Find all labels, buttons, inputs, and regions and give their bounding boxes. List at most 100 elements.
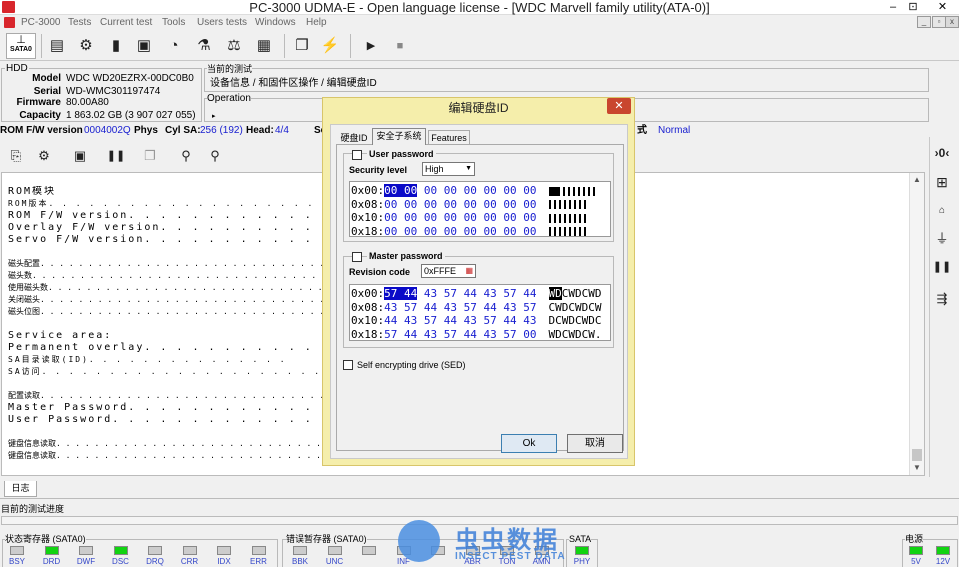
led-label: 12V xyxy=(935,557,951,566)
side-pause-icon[interactable]: ❚❚ xyxy=(932,256,952,278)
sed-label: Self encrypting drive (SED) xyxy=(357,360,466,370)
hex-bytes[interactable]: 00 00 00 00 00 00 00 00 xyxy=(384,184,537,197)
app-menu-icon[interactable] xyxy=(4,17,15,28)
tab-features[interactable]: Features xyxy=(428,130,470,145)
hdd-firmware-label: Firmware xyxy=(16,97,61,108)
hex-bytes[interactable]: 00 00 00 00 00 00 00 00 xyxy=(384,225,536,238)
pause-icon[interactable]: ❚❚ xyxy=(106,145,126,167)
close-button[interactable]: ✕ xyxy=(926,0,959,14)
status-led xyxy=(148,546,162,555)
device-settings-icon[interactable]: ⚙ xyxy=(34,145,54,167)
run-steps-icon[interactable]: ⚡ xyxy=(320,35,340,57)
toolbar-separator xyxy=(41,34,42,58)
scale-icon[interactable]: ⚖ xyxy=(224,35,244,57)
led-label: BSY xyxy=(8,557,25,566)
menu-pc3000[interactable]: PC-3000 xyxy=(21,15,60,30)
watermark-title: 虫虫数据 xyxy=(455,527,559,554)
user-password-checkbox[interactable] xyxy=(352,150,362,160)
hex-ascii xyxy=(548,198,589,211)
revision-code-input[interactable]: 0xFFFE ▦ xyxy=(421,264,476,278)
menu-tests[interactable]: Tests xyxy=(68,15,91,30)
master-password-hex-editor[interactable]: 0x00:57 44 43 57 44 43 57 44 WDCWDCWD 0x08… xyxy=(349,284,611,341)
hex-offset: 0x08: xyxy=(351,197,385,211)
copy-log-icon[interactable]: ❐ xyxy=(140,145,160,167)
log-scrollbar[interactable]: ▲ ▼ xyxy=(909,173,924,475)
side-arrow-icon[interactable]: ⇶ xyxy=(932,288,952,310)
hex-bytes[interactable]: 43 57 44 43 57 44 43 57 xyxy=(384,301,536,314)
status-led xyxy=(182,546,197,555)
device-icon[interactable]: ▣ xyxy=(134,35,154,57)
hex-bytes[interactable]: 00 00 00 00 00 00 00 00 xyxy=(384,198,536,211)
log-line: 磁头数. . . . . . . . . . . . . . . . . . .… xyxy=(8,271,322,280)
user-password-hex-editor[interactable]: 0x00:00 00 00 00 00 00 00 00 0x08:00 00 0… xyxy=(349,181,611,238)
scroll-down-icon[interactable]: ▼ xyxy=(910,463,924,472)
chip-icon[interactable]: ▮ xyxy=(106,35,126,57)
led-label: DRD xyxy=(42,557,61,566)
status-led xyxy=(251,546,266,555)
chevron-down-icon: ▼ xyxy=(465,165,472,172)
status-register-label: 状态寄存器 (SATA0) xyxy=(5,533,86,545)
watermark-subtitle: INSECT PEST DATA xyxy=(455,551,566,562)
zero-track-icon[interactable]: ›0‹ xyxy=(932,142,952,164)
sed-checkbox[interactable] xyxy=(343,360,353,370)
hex-offset: 0x00: xyxy=(351,184,385,197)
menu-users-tests[interactable]: Users tests xyxy=(197,15,247,30)
cyl-sa-label: Cyl SA: xyxy=(165,125,201,136)
menu-current-test[interactable]: Current test xyxy=(100,15,152,30)
log-line: 磁头配置. . . . . . . . . . . . . . . . . . … xyxy=(8,259,322,268)
hex-bytes[interactable]: 44 43 57 44 43 57 44 43 xyxy=(384,314,536,327)
disk-head-icon[interactable]: ◔ xyxy=(164,35,184,57)
ok-button[interactable]: Ok xyxy=(501,434,557,453)
sata-port-button[interactable]: ⊥ SATA0 xyxy=(6,33,36,59)
flask-icon[interactable]: ⚗ xyxy=(194,35,214,57)
dialog-close-button[interactable]: ✕ xyxy=(607,98,631,114)
open-file-icon[interactable]: ⎘ xyxy=(6,145,26,167)
mdi-minimize-button[interactable]: _ xyxy=(917,16,931,28)
menu-help[interactable]: Help xyxy=(306,15,327,30)
security-level-select[interactable]: High ▼ xyxy=(422,162,475,176)
edit-hex-icon[interactable]: ▦ xyxy=(465,265,473,277)
find-icon[interactable]: ⚲ xyxy=(176,145,196,167)
log-tab[interactable]: 日志 xyxy=(4,481,37,497)
hex-bytes[interactable]: 57 44 43 57 44 43 57 44 xyxy=(384,287,537,300)
stop-icon[interactable]: ■ xyxy=(390,35,410,57)
reset-icon[interactable]: ⌂ xyxy=(932,200,952,222)
hex-row: 0x18:00 00 00 00 00 00 00 00 xyxy=(351,225,589,238)
grid-icon[interactable]: ▦ xyxy=(254,35,274,57)
mdi-close-button[interactable]: x xyxy=(945,16,959,28)
mdi-restore-button[interactable]: ▫ xyxy=(932,16,946,28)
hex-row: 0x18:57 44 43 57 44 43 57 00 WDCWDCW. xyxy=(351,328,601,341)
scroll-thumb[interactable] xyxy=(912,449,922,461)
master-password-checkbox[interactable] xyxy=(352,252,362,262)
led-label: UNC xyxy=(325,557,344,566)
hex-row: 0x00:57 44 43 57 44 43 57 44 WDCWDCWD xyxy=(351,287,602,300)
cyl-sa-value: 256 (192) xyxy=(200,125,243,136)
notepad-icon[interactable]: ▤ xyxy=(47,35,67,57)
status-led xyxy=(10,546,24,555)
hex-offset: 0x18: xyxy=(351,327,385,341)
led-label: DSC xyxy=(112,557,129,566)
head-value: 4/4 xyxy=(275,125,289,136)
power-cycle-icon[interactable]: ⏚ xyxy=(932,228,952,250)
cancel-button[interactable]: 取消 xyxy=(567,434,623,453)
tab-security[interactable]: 安全子系统 xyxy=(372,128,426,145)
find-next-icon[interactable]: ⚲ xyxy=(205,145,225,167)
tab-hdd-id[interactable]: 硬盘ID xyxy=(337,130,371,145)
hex-bytes[interactable]: 00 00 00 00 00 00 00 00 xyxy=(384,211,536,224)
status-led xyxy=(936,546,950,555)
hex-bytes[interactable]: 57 44 43 57 44 43 57 00 xyxy=(384,328,536,341)
copy-icon[interactable]: ❐ xyxy=(292,35,312,57)
menu-tools[interactable]: Tools xyxy=(162,15,185,30)
play-icon[interactable]: ▶ xyxy=(361,35,381,57)
minimize-button[interactable]: – xyxy=(884,0,902,14)
menu-windows[interactable]: Windows xyxy=(255,15,296,30)
status-led xyxy=(79,546,93,555)
gear-tools-icon[interactable]: ⚙ xyxy=(76,35,96,57)
save-icon[interactable]: ▣ xyxy=(70,145,90,167)
restore-button[interactable]: ⊡ xyxy=(904,0,922,14)
port-icon[interactable]: ⊞ xyxy=(932,171,952,193)
scroll-up-icon[interactable]: ▲ xyxy=(910,175,924,184)
rom-fw-value: 0004002Q xyxy=(84,125,131,136)
